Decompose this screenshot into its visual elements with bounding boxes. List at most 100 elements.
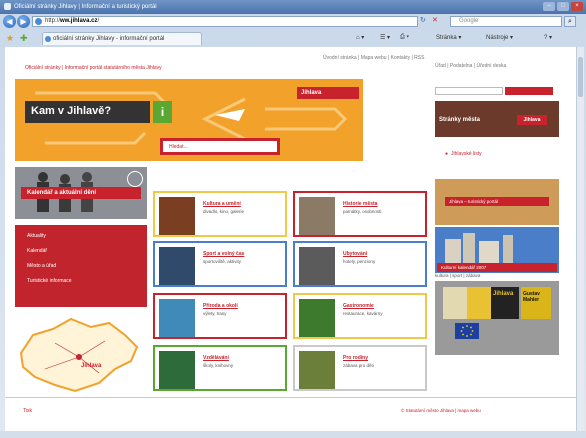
tile-title[interactable]: Ubytování <box>343 251 425 257</box>
tourist-panel-label: Jihlava – turistický portál <box>445 197 549 206</box>
tile[interactable]: Kultura a umění divadlo, kino, galerie <box>153 191 287 237</box>
minimize-button[interactable]: – <box>543 2 555 11</box>
banner-title: Kam v Jihlavě? <box>25 101 150 123</box>
tile-title[interactable]: Pro rodiny <box>343 355 425 361</box>
tile-subtitle: restaurace, kavárny <box>343 311 383 316</box>
footer-links[interactable]: © Statutární město Jihlava | mapa webu <box>401 408 481 413</box>
poster-mahler[interactable]: Gustav Mahler <box>521 287 551 319</box>
tourist-panel[interactable]: Jihlava – turistický portál <box>435 179 559 225</box>
play-icon[interactable] <box>127 171 143 187</box>
search-input[interactable]: Google <box>450 16 562 27</box>
tile-subtitle: školy, knihovny <box>203 363 234 368</box>
tile-image <box>159 299 195 337</box>
help-icon[interactable]: ? ▾ <box>544 34 552 41</box>
tile[interactable]: Ubytování hotely, penziony <box>293 241 427 287</box>
tile-image <box>299 247 335 285</box>
tab-row: ★ ✚ oficiální stránky Jihlavy - informač… <box>0 31 586 46</box>
scrollbar-thumb[interactable] <box>578 57 583 97</box>
browser-window: Oficiální stránky Jihlavy | Informační a… <box>0 0 586 438</box>
tile-title[interactable]: Gastronomie <box>343 303 425 309</box>
tile-title[interactable]: Kultura a umění <box>203 201 285 207</box>
tile-title[interactable]: Historie města <box>343 201 425 207</box>
tab-label: oficiální stránky Jihlavy - informační p… <box>53 36 165 42</box>
web-page: Úvodní stránka | Mapa webu | Kontakty | … <box>5 47 576 431</box>
close-button[interactable]: × <box>571 2 583 11</box>
tile[interactable]: Gastronomie restaurace, kavárny <box>293 293 427 339</box>
promo-label: Stránky města <box>439 117 481 123</box>
refresh-icon[interactable]: ↻ <box>420 16 426 24</box>
print-icon[interactable]: ⎙ ▾ <box>400 34 409 41</box>
promo-badge: Jihlava <box>517 115 547 125</box>
favorites-star-icon[interactable]: ★ <box>6 33 14 44</box>
site-search-input[interactable]: Hledat... <box>160 138 280 155</box>
back-icon[interactable]: ◀ <box>3 15 16 28</box>
window-title: Oficiální stránky Jihlavy | Informační a… <box>14 4 157 10</box>
tile[interactable]: Sport a volný čas sportoviště, aktivity <box>153 241 287 287</box>
poster-jihlava[interactable]: Jihlava <box>491 287 519 319</box>
tab-page-icon <box>45 36 51 42</box>
right-link[interactable]: Jihlavské listy <box>445 151 482 157</box>
top-links[interactable]: Úvodní stránka | Mapa webu | Kontakty | … <box>323 55 424 61</box>
tools-menu[interactable]: Nástroje ▾ <box>486 34 513 41</box>
left-menu-item[interactable]: Aktuality <box>27 233 147 239</box>
info-icon[interactable]: i <box>153 101 172 123</box>
tile-image <box>159 247 195 285</box>
left-menu: Aktuality Kalendář Město a úřad Turistic… <box>15 225 147 307</box>
poster-image[interactable] <box>467 287 491 319</box>
print-link[interactable]: Tisk <box>23 408 32 414</box>
tile-subtitle: zábava pro děti <box>343 363 374 368</box>
tile-subtitle: výlety, trasy <box>203 311 227 316</box>
jihlava-logo: Jihlava <box>297 87 359 99</box>
czech-map[interactable]: Jihlava <box>15 313 143 399</box>
title-bar: Oficiální stránky Jihlavy | Informační a… <box>0 0 586 14</box>
breadcrumb[interactable]: Oficiální stránky | Informační portál st… <box>25 65 162 71</box>
top-links-secondary[interactable]: Úřad | Podatelna | Úřední deska <box>435 63 506 69</box>
right-search-input[interactable] <box>435 87 503 95</box>
tile[interactable]: Příroda a okolí výlety, trasy <box>153 293 287 339</box>
stop-icon[interactable]: ✕ <box>432 16 438 24</box>
posters-box: Jihlava Gustav Mahler <box>435 281 559 355</box>
tile[interactable]: Pro rodiny zábava pro děti <box>293 345 427 391</box>
tile-title[interactable]: Vzdělávání <box>203 355 285 361</box>
map-icon: Jihlava <box>19 317 139 393</box>
tile[interactable]: Vzdělávání školy, knihovny <box>153 345 287 391</box>
search-icon[interactable]: ⌕ <box>564 16 576 27</box>
forward-icon[interactable]: ▶ <box>17 15 30 28</box>
left-menu-item[interactable]: Město a úřad <box>27 263 147 269</box>
tile-image <box>299 299 335 337</box>
poster-image[interactable] <box>443 287 467 319</box>
tile-subtitle: památky, osobnosti <box>343 209 382 214</box>
culture-panel[interactable]: Kulturní kalendář 2007 <box>435 227 559 273</box>
maximize-button[interactable]: □ <box>557 2 569 11</box>
address-bar[interactable]: http://ww.jihlava.cz/ <box>32 16 418 27</box>
vertical-scrollbar[interactable] <box>576 47 584 431</box>
right-search-button[interactable] <box>505 87 553 95</box>
video-box[interactable]: Kalendář a aktuální dění <box>15 167 147 219</box>
tile-subtitle: divadlo, kino, galerie <box>203 209 245 214</box>
tile[interactable]: Historie města památky, osobnosti <box>293 191 427 237</box>
url-domain: ww.jihlava.cz <box>60 18 98 24</box>
promo-box[interactable]: Stránky města Jihlava <box>435 101 559 137</box>
tile-title[interactable]: Sport a volný čas <box>203 251 285 257</box>
tile-image <box>299 197 335 235</box>
left-menu-item[interactable]: Turistické informace <box>27 278 147 284</box>
tile-subtitle: hotely, penziony <box>343 259 376 264</box>
tile-image <box>299 351 335 389</box>
culture-panel-label: Kulturní kalendář 2007 <box>437 263 557 272</box>
eu-flag-icon[interactable] <box>455 323 479 339</box>
feeds-icon[interactable]: ☰ ▾ <box>380 34 390 41</box>
address-row: ◀ ▶ http://ww.jihlava.cz/ ↻ ✕ Google ⌕ <box>0 14 586 30</box>
home-icon[interactable]: ⌂ ▾ <box>356 34 364 41</box>
page-icon <box>35 18 42 25</box>
tile-image <box>159 197 195 235</box>
left-menu-item[interactable]: Kalendář <box>27 248 147 254</box>
browser-tab[interactable]: oficiální stránky Jihlavy - informační p… <box>42 32 202 45</box>
footer: Tisk © Statutární město Jihlava | mapa w… <box>5 397 576 431</box>
right-small-links[interactable]: kultura | sport | zábava <box>435 273 480 278</box>
map-label: Jihlava <box>81 363 102 369</box>
status-bar <box>0 431 586 438</box>
tile-title[interactable]: Příroda a okolí <box>203 303 285 309</box>
add-favorite-icon[interactable]: ✚ <box>20 33 28 44</box>
page-menu[interactable]: Stránka ▾ <box>436 34 461 41</box>
url-prefix: http:// <box>45 18 61 24</box>
